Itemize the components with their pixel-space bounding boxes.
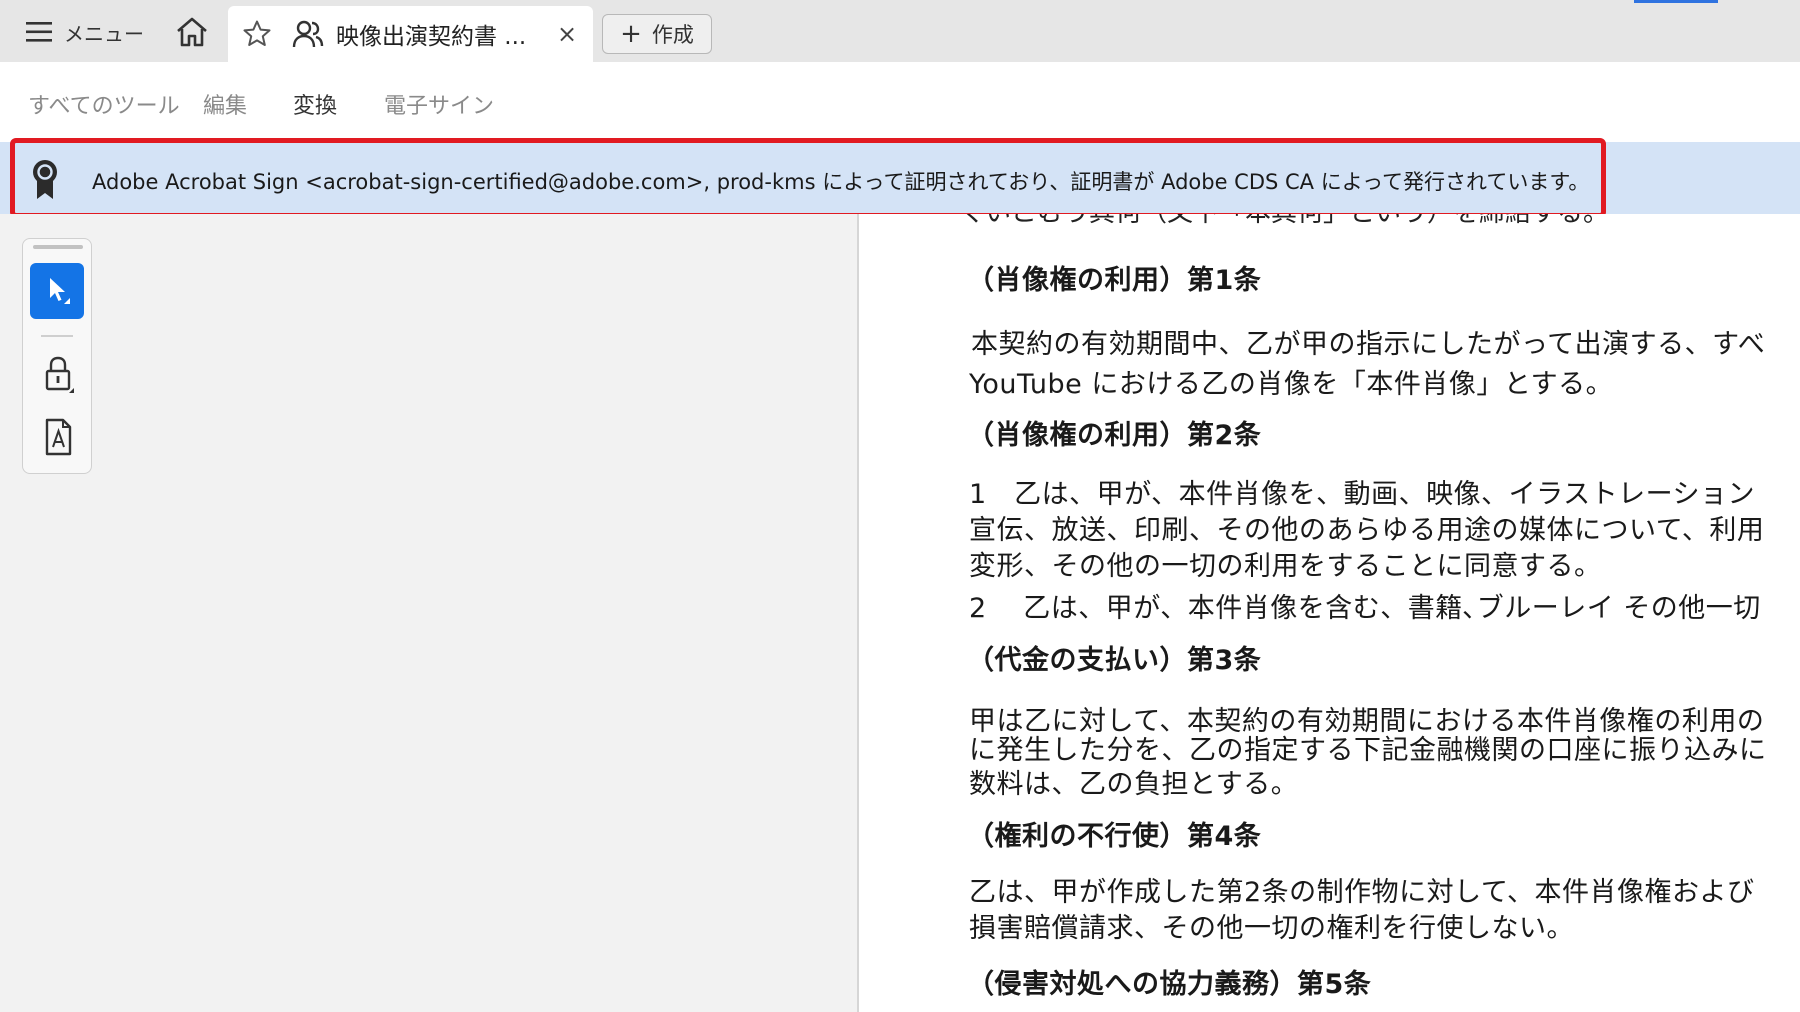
document-line: 2 乙は、甲が、本件肖像を含む、書籍､ブルーレイ その他一切	[969, 593, 1761, 624]
tab-convert[interactable]: 変換	[293, 88, 337, 120]
shared-people-icon	[292, 18, 324, 50]
document-line: 損害賠償請求、その他一切の権利を行使しない。	[969, 913, 1574, 944]
document-line: 1 乙は、甲が、本件肖像を、動画、映像、イラストレーション	[969, 479, 1756, 510]
select-tool-button[interactable]	[30, 263, 84, 319]
window-accent	[1634, 0, 1718, 3]
left-pane	[0, 214, 858, 1012]
select-cursor-icon	[50, 278, 70, 304]
home-button[interactable]	[170, 10, 214, 54]
tool-tabs-bar: すべてのツール 編集 変換 電子サイン	[0, 62, 1800, 142]
document-line: 変形、その他の一切の利用をすることに同意する。	[969, 551, 1602, 582]
document-line: YouTube における乙の肖像を「本件肖像」とする。	[969, 369, 1614, 400]
hamburger-icon	[26, 22, 52, 42]
tab-all-tools[interactable]: すべてのツール	[28, 88, 180, 120]
document-line: 数料は、乙の負担とする。	[969, 769, 1299, 800]
menu-label: メニュー	[64, 21, 144, 46]
plus-icon: +	[620, 19, 642, 49]
article-5-heading: （侵害対処への協力義務）第5条	[967, 969, 1372, 1000]
favorite-star-icon[interactable]	[242, 19, 272, 49]
document-tab[interactable]: 映像出演契約書 ... ×	[228, 6, 593, 62]
document-clipped-line: くいこむう其何（又下「本其何」という）を締結する。	[959, 214, 1609, 229]
home-icon	[177, 17, 207, 47]
article-3-heading: （代金の支払い）第3条	[967, 645, 1262, 676]
document-page: くいこむう其何（又下「本其何」という）を締結する。 （肖像権の利用）第1条 本契…	[859, 214, 1800, 1012]
palette-divider	[41, 335, 73, 337]
document-line: 乙は、甲が作成した第2条の制作物に対して、本件肖像権および	[969, 877, 1755, 908]
document-line: 宣伝、放送、印刷、その他のあらゆる用途の媒体について、利用	[969, 515, 1765, 546]
certificate-highlight-box	[10, 138, 1606, 218]
article-4-heading: （権利の不行使）第4条	[967, 821, 1262, 852]
palette-grip[interactable]	[33, 245, 83, 249]
create-label: 作成	[651, 23, 694, 47]
create-button[interactable]: + 作成	[602, 14, 712, 54]
menu-button[interactable]: メニュー	[16, 10, 154, 54]
article-2-heading: （肖像権の利用）第2条	[967, 420, 1262, 451]
close-tab-icon[interactable]: ×	[555, 20, 579, 48]
pdf-document-icon[interactable]	[40, 417, 76, 457]
tool-palette	[22, 238, 92, 474]
document-line: 本契約の有効期間中、乙が甲の指示にしたがって出演する、すべ	[971, 329, 1766, 360]
tab-edit[interactable]: 編集	[203, 88, 247, 120]
title-bar: メニュー 映像出演契約書 ... × + 作成	[0, 0, 1800, 62]
article-1-heading: （肖像権の利用）第1条	[967, 265, 1262, 296]
lock-icon[interactable]	[40, 355, 76, 395]
tab-title: 映像出演契約書 ...	[336, 24, 527, 50]
tab-esign[interactable]: 電子サイン	[384, 88, 494, 120]
